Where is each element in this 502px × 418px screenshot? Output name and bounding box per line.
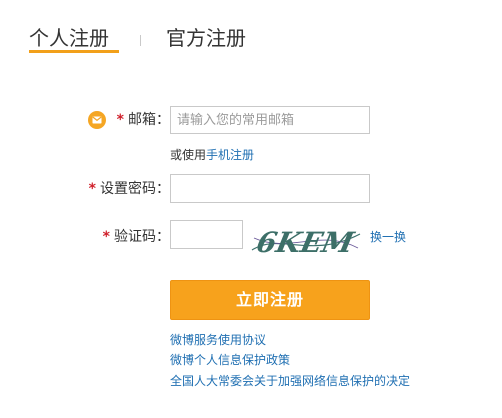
email-label: * 邮箱： [116, 112, 170, 128]
phone-register-link[interactable]: 手机注册 [206, 148, 254, 162]
captcha-text: 6KEM [254, 225, 359, 259]
active-tab-indicator [29, 50, 119, 53]
email-input[interactable] [170, 106, 370, 134]
tab-separator [140, 35, 141, 46]
required-mark: * [102, 229, 110, 245]
captcha-input[interactable] [170, 220, 243, 249]
password-label: * 设置密码： [88, 181, 170, 197]
password-input[interactable] [170, 174, 370, 203]
refresh-captcha-link[interactable]: 换一换 [370, 228, 406, 245]
required-mark: * [88, 181, 96, 197]
tab-personal-register[interactable]: 个人注册 [29, 26, 109, 50]
agreement-link-privacy[interactable]: 微博个人信息保护政策 [170, 352, 290, 368]
envelope-icon [88, 111, 106, 129]
captcha-image[interactable]: 6KEM [250, 220, 362, 262]
register-button[interactable]: 立即注册 [170, 280, 370, 320]
agreement-link-npc-decision[interactable]: 全国人大常委会关于加强网络信息保护的决定 [170, 373, 410, 389]
alt-register-line: 或使用手机注册 [170, 148, 255, 162]
required-mark: * [116, 112, 124, 128]
tab-official-register[interactable]: 官方注册 [166, 26, 246, 50]
captcha-label: * 验证码： [102, 229, 170, 245]
agreement-link-service[interactable]: 微博服务使用协议 [170, 332, 266, 348]
